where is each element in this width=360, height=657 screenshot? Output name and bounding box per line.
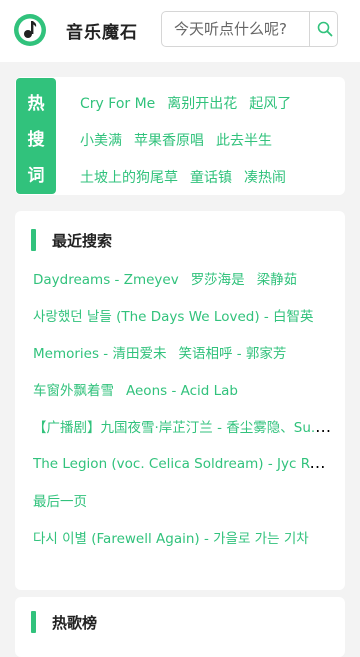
hot-songs-title: 热歌榜 — [52, 614, 98, 632]
recent-search-card: 最近搜索 Daydreams - Zmeyev 罗莎海是 梁静茹 사랑했던 날들 (… — [15, 211, 345, 590]
hot-label-char: 热 — [27, 94, 45, 114]
app-header: 音乐魔石 — [0, 0, 360, 62]
hot-word-link[interactable]: 凑热闹 — [244, 170, 286, 186]
hot-label-char: 词 — [27, 166, 45, 186]
hot-words-row: 土坡上的狗尾草 童话镇 凑热闹 — [80, 167, 298, 187]
hot-words-label: 热 搜 词 — [16, 78, 56, 194]
recent-search-link[interactable]: The Legion (voc. Celica Soldream) - Jyc … — [33, 456, 329, 472]
hot-word-link[interactable]: 土坡上的狗尾草 — [80, 170, 178, 186]
hot-words-row: Cry For Me 离别开出花 起风了 — [80, 93, 303, 113]
recent-search-link[interactable]: Daydreams - Zmeyev — [33, 272, 179, 288]
hot-word-link[interactable]: Cry For Me — [80, 96, 155, 112]
recent-search-row: 【广播剧】九国夜雪·岸芷汀兰 - 香尘雾隐、Su... — [33, 416, 333, 436]
hot-word-link[interactable]: 童话镇 — [190, 170, 232, 186]
recent-search-link[interactable]: 车窗外飘着雪 — [33, 383, 114, 399]
recent-search-link[interactable]: Aeons - Acid Lab — [126, 383, 238, 399]
search-icon — [317, 21, 333, 37]
hot-words-row: 小美满 苹果香原唱 此去半生 — [80, 130, 284, 150]
hot-label-char: 搜 — [27, 130, 45, 150]
recent-search-row: Daydreams - Zmeyev 罗莎海是 梁静茹 — [33, 268, 333, 288]
recent-search-row: 다시 이별 (Farewell Again) - 가을로 가는 기차 — [33, 527, 333, 547]
recent-search-row: 사랑했던 날들 (The Days We Loved) - 白智英 — [33, 305, 333, 325]
recent-search-link[interactable]: Memories - 清田爱未 — [33, 346, 166, 362]
recent-search-title: 最近搜索 — [52, 232, 113, 250]
recent-search-link[interactable]: 사랑했던 날들 (The Days We Loved) - 白智英 — [33, 309, 314, 325]
hot-word-link[interactable]: 小美满 — [80, 133, 122, 149]
recent-search-link[interactable]: 다시 이별 (Farewell Again) - 가을로 가는 기차 — [33, 531, 309, 547]
section-accent-bar — [31, 229, 36, 251]
recent-search-row: The Legion (voc. Celica Soldream) - Jyc … — [33, 453, 333, 472]
hot-words-card: 热 搜 词 Cry For Me 离别开出花 起风了 小美满 苹果香原唱 此去半生 土坡… — [15, 77, 345, 195]
search-button[interactable] — [309, 12, 337, 46]
hot-songs-card: 热歌榜 — [15, 597, 345, 657]
hot-word-link[interactable]: 此去半生 — [216, 133, 272, 149]
music-note-logo-icon[interactable] — [13, 13, 47, 47]
recent-search-row: 车窗外飘着雪 Aeons - Acid Lab — [33, 379, 333, 399]
hot-word-link[interactable]: 苹果香原唱 — [134, 133, 204, 149]
search-box — [161, 11, 338, 47]
recent-search-row: 最后一页 — [33, 490, 333, 510]
hot-word-link[interactable]: 起风了 — [249, 96, 291, 112]
recent-search-link[interactable]: 笑语相呼 - 郭家芳 — [178, 346, 286, 362]
section-accent-bar — [31, 611, 36, 633]
recent-search-link[interactable]: 梁静茹 — [257, 272, 298, 288]
app-title: 音乐魔石 — [66, 23, 138, 43]
search-input[interactable] — [162, 12, 310, 46]
recent-search-row: Memories - 清田爱未 笑语相呼 - 郭家芳 — [33, 342, 333, 362]
hot-word-link[interactable]: 离别开出花 — [167, 96, 237, 112]
recent-search-link[interactable]: 最后一页 — [33, 494, 87, 510]
recent-search-link[interactable]: 【广播剧】九国夜雪·岸芷汀兰 - 香尘雾隐、Su... — [33, 420, 324, 436]
recent-search-link[interactable]: 罗莎海是 — [191, 272, 245, 288]
